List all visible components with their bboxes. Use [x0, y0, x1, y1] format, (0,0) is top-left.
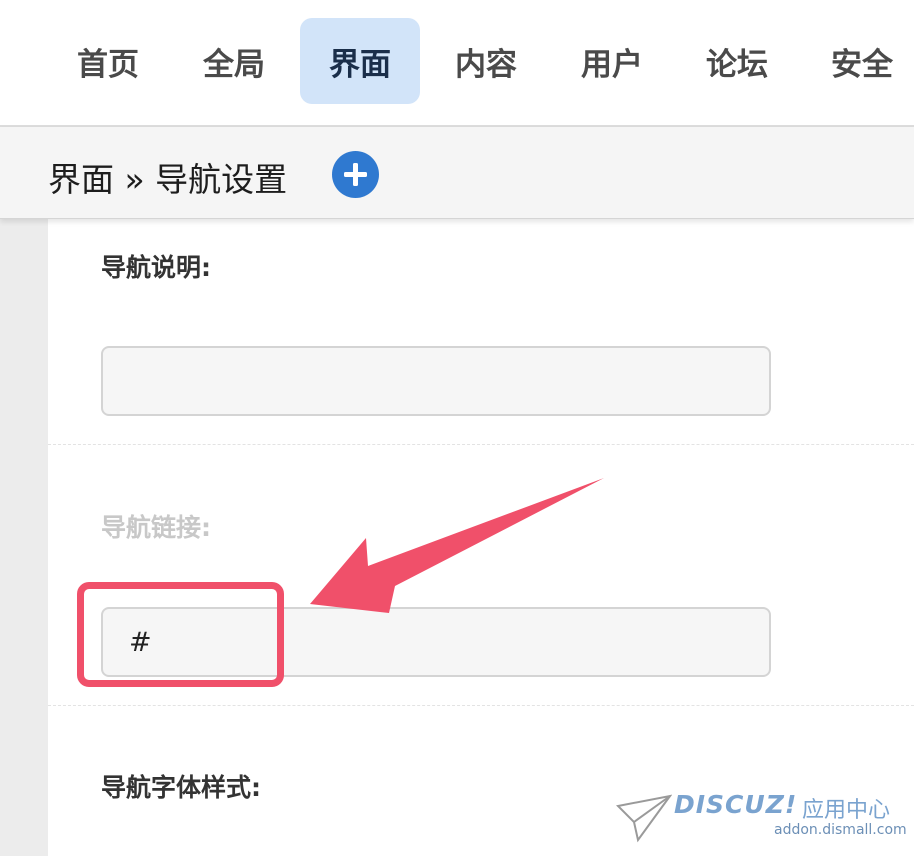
- watermark-brand-cn: 应用中心: [802, 798, 891, 823]
- annotation-arrow-icon: [310, 478, 604, 613]
- watermark-url: addon.dismall.com: [774, 822, 907, 838]
- watermark: DISCUZ! 应用中心 addon.dismall.com: [616, 790, 907, 848]
- paper-plane-icon: [616, 794, 672, 843]
- watermark-brand: DISCUZ!: [674, 790, 798, 819]
